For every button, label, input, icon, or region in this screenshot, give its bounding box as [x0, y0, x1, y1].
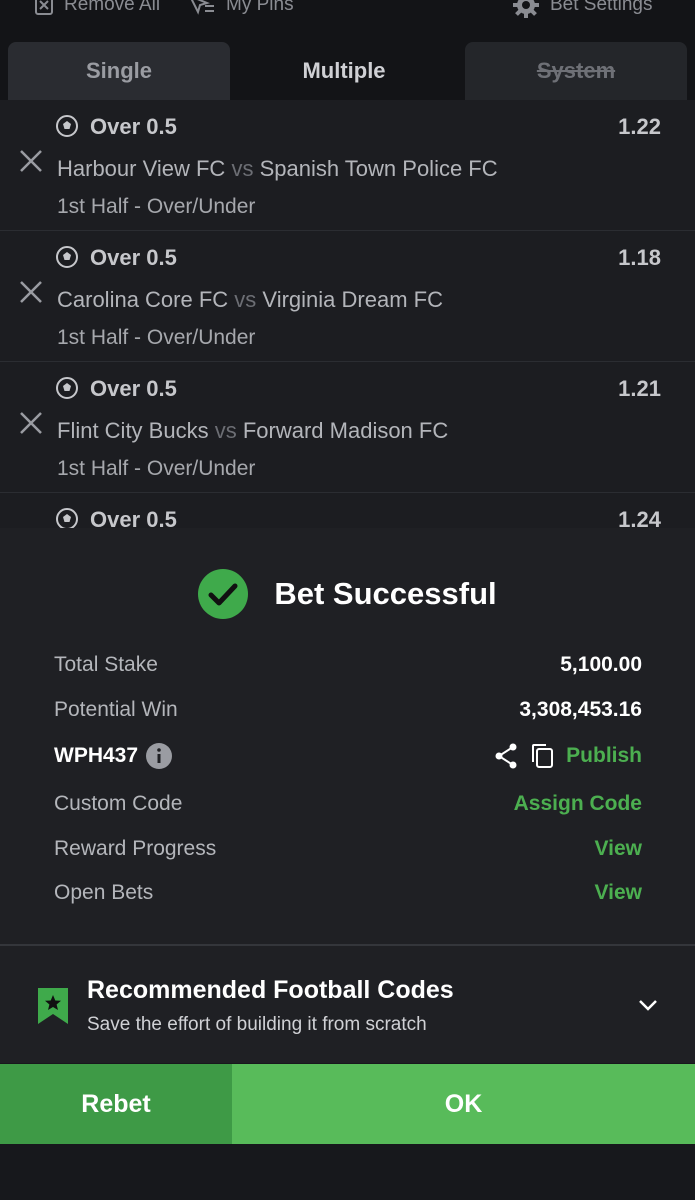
reward-progress-view-link[interactable]: View — [595, 837, 642, 861]
recommended-title: Recommended Football Codes — [87, 976, 454, 1004]
custom-code-row: Custom Code Assign Code — [54, 786, 642, 822]
my-pins-button[interactable]: My Pins — [188, 0, 294, 20]
share-icon[interactable] — [494, 743, 518, 769]
close-icon[interactable] — [18, 279, 44, 305]
bottom-safe-area — [0, 1144, 695, 1200]
recommended-codes-section[interactable]: Recommended Football Codes Save the effo… — [0, 946, 695, 1063]
market-name: 1st Half - Over/Under — [57, 457, 256, 480]
vs-separator: vs — [231, 156, 254, 181]
selection-label: Over 0.5 — [90, 114, 177, 139]
away-team: Forward Madison FC — [242, 418, 449, 443]
tab-single[interactable]: Single — [8, 42, 230, 100]
bet-success-panel: Bet Successful Total Stake 5,100.00 Pote… — [0, 528, 695, 944]
booking-code: WPH437 — [54, 744, 139, 767]
bet-selection-item: Over 0.5 1.24 — [0, 493, 695, 528]
bet-selection-item: Over 0.5 1.22 Harbour View FC vs Spanish… — [0, 100, 695, 231]
open-bets-row: Open Bets View — [54, 875, 642, 911]
reward-progress-row: Reward Progress View — [54, 831, 642, 867]
close-icon[interactable] — [18, 148, 44, 174]
check-circle-icon — [198, 569, 249, 619]
away-team: Virginia Dream FC — [262, 287, 443, 312]
copy-icon[interactable] — [530, 743, 554, 769]
open-bets-view-link[interactable]: View — [595, 881, 642, 905]
total-stake-value: 5,100.00 — [560, 653, 642, 676]
home-team: Flint City Bucks — [57, 418, 209, 443]
rebet-button[interactable]: Rebet — [0, 1064, 232, 1144]
bet-slip-toolbar: Remove All My Pins Bet Settings — [0, 0, 695, 40]
close-icon[interactable] — [18, 410, 44, 436]
chevron-down-icon[interactable] — [637, 994, 659, 1016]
my-pins-label: My Pins — [226, 0, 294, 15]
home-team: Harbour View FC — [57, 156, 226, 181]
bookmark-star-icon — [38, 988, 68, 1024]
info-icon[interactable] — [146, 743, 173, 769]
selection-odds: 1.24 — [618, 507, 661, 528]
bet-selection-item: Over 0.5 1.18 Carolina Core FC vs Virgin… — [0, 231, 695, 362]
market-name: 1st Half - Over/Under — [57, 326, 256, 349]
selection-odds: 1.21 — [618, 376, 661, 401]
soccer-ball-icon — [56, 377, 78, 399]
custom-code-label: Custom Code — [54, 792, 183, 815]
selection-label: Over 0.5 — [90, 376, 177, 401]
soccer-ball-icon — [56, 508, 78, 528]
potential-win-label: Potential Win — [54, 698, 178, 721]
away-team: Spanish Town Police FC — [259, 156, 498, 181]
total-stake-label: Total Stake — [54, 653, 158, 676]
home-team: Carolina Core FC — [57, 287, 229, 312]
bet-type-tabs: Single Multiple System — [0, 40, 695, 100]
soccer-ball-icon — [56, 246, 78, 268]
recommended-subtitle: Save the effort of building it from scra… — [87, 1014, 427, 1035]
match-name: Carolina Core FC vs Virginia Dream FC — [57, 287, 443, 313]
bet-settings-label: Bet Settings — [550, 0, 653, 15]
vs-separator: vs — [214, 418, 237, 443]
potential-win-value: 3,308,453.16 — [519, 698, 642, 721]
pin-icon — [190, 0, 214, 15]
selection-label: Over 0.5 — [90, 245, 177, 270]
soccer-ball-icon — [56, 115, 78, 137]
delete-box-icon — [35, 0, 53, 15]
total-stake-row: Total Stake 5,100.00 — [54, 647, 642, 683]
tab-system[interactable]: System — [465, 42, 687, 100]
match-name: Harbour View FC vs Spanish Town Police F… — [57, 156, 498, 182]
open-bets-label: Open Bets — [54, 881, 154, 904]
selection-odds: 1.22 — [618, 114, 661, 139]
gear-icon — [513, 0, 539, 18]
selection-label: Over 0.5 — [90, 507, 177, 528]
remove-all-button[interactable]: Remove All — [34, 0, 160, 20]
booking-code-row: WPH437 Publish — [54, 738, 642, 774]
remove-all-label: Remove All — [64, 0, 161, 15]
tab-multiple[interactable]: Multiple — [237, 42, 451, 100]
selection-odds: 1.18 — [618, 245, 661, 270]
publish-link[interactable]: Publish — [566, 744, 642, 768]
reward-progress-label: Reward Progress — [54, 837, 217, 860]
market-name: 1st Half - Over/Under — [57, 195, 256, 218]
bet-settings-button[interactable]: Bet Settings — [512, 0, 652, 20]
bet-selection-list: Over 0.5 1.22 Harbour View FC vs Spanish… — [0, 100, 695, 528]
potential-win-row: Potential Win 3,308,453.16 — [54, 692, 642, 728]
match-name: Flint City Bucks vs Forward Madison FC — [57, 418, 448, 444]
ok-button[interactable]: OK — [232, 1064, 695, 1144]
bet-selection-item: Over 0.5 1.21 Flint City Bucks vs Forwar… — [0, 362, 695, 493]
success-header: Bet Successful — [0, 568, 695, 620]
success-title: Bet Successful — [274, 576, 497, 611]
assign-code-link[interactable]: Assign Code — [514, 792, 642, 816]
vs-separator: vs — [234, 287, 257, 312]
